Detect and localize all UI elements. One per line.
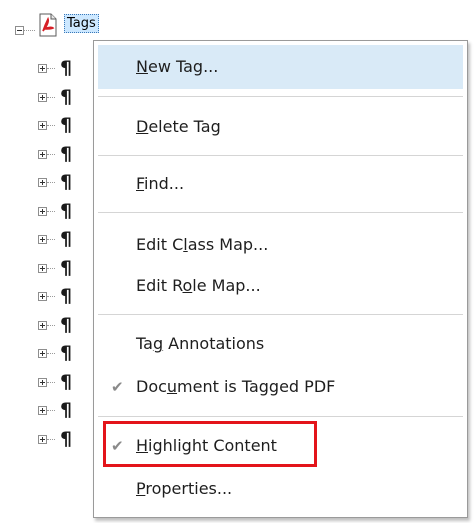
tree-connector	[47, 97, 55, 98]
tree-connector	[47, 239, 55, 240]
checkmark-icon: ✔	[111, 378, 124, 396]
tree-node-expand-toggle[interactable]	[38, 178, 47, 187]
paragraph-tag-icon[interactable]: ¶	[60, 87, 72, 107]
tree-node-expand-toggle[interactable]	[38, 264, 47, 273]
menu-item-label: Properties...	[136, 479, 233, 498]
menu-item-label: Edit Role Map...	[136, 276, 261, 295]
tree-node-expand-toggle[interactable]	[38, 378, 47, 387]
tree-connector	[47, 154, 55, 155]
tree-connector	[47, 125, 55, 126]
menu-item-find[interactable]: Find...	[98, 162, 463, 206]
highlight-annotation-box	[103, 421, 317, 467]
tree-node-expand-toggle[interactable]	[38, 435, 47, 444]
tree-node-expand-toggle[interactable]	[38, 150, 47, 159]
tree-node-expand-toggle[interactable]	[38, 64, 47, 73]
tree-node-expand-toggle[interactable]	[38, 292, 47, 301]
tree-connector	[47, 353, 55, 354]
menu-item-label: Edit Class Map...	[136, 235, 269, 254]
tree-connector	[24, 30, 35, 31]
paragraph-tag-icon[interactable]: ¶	[60, 58, 72, 78]
menu-item-label: New Tag...	[136, 57, 219, 76]
paragraph-tag-icon[interactable]: ¶	[60, 315, 72, 335]
tree-connector	[47, 211, 55, 212]
menu-item-document-is-tagged-pdf[interactable]: ✔ Document is Tagged PDF	[98, 365, 463, 409]
paragraph-tag-icon[interactable]: ¶	[60, 400, 72, 420]
pdf-document-icon	[39, 13, 57, 37]
paragraph-tag-icon[interactable]: ¶	[60, 343, 72, 363]
menu-item-properties[interactable]: Properties...	[98, 467, 463, 511]
paragraph-tag-icon[interactable]: ¶	[60, 201, 72, 221]
paragraph-tag-icon[interactable]: ¶	[60, 229, 72, 249]
root-collapse-toggle[interactable]	[15, 26, 24, 35]
paragraph-tag-icon[interactable]: ¶	[60, 115, 72, 135]
tree-node-expand-toggle[interactable]	[38, 207, 47, 216]
menu-item-label: Tag Annotations	[136, 334, 265, 353]
tree-node-expand-toggle[interactable]	[38, 121, 47, 130]
tree-connector	[47, 439, 55, 440]
menu-separator	[98, 155, 463, 156]
menu-item-tag-annotations[interactable]: Tag Annotations	[98, 322, 463, 366]
menu-separator	[98, 212, 463, 213]
tree-connector	[47, 296, 55, 297]
paragraph-tag-icon[interactable]: ¶	[60, 286, 72, 306]
paragraph-tag-icon[interactable]: ¶	[60, 144, 72, 164]
tree-connector	[47, 68, 55, 69]
tree-connector	[47, 268, 55, 269]
tree-connector	[47, 382, 55, 383]
menu-separator	[98, 96, 463, 97]
tags-root-label[interactable]: Tags	[64, 14, 99, 33]
paragraph-tag-icon[interactable]: ¶	[60, 372, 72, 392]
tree-node-expand-toggle[interactable]	[38, 349, 47, 358]
menu-item-new-tag[interactable]: New Tag...	[98, 45, 463, 89]
tree-connector	[47, 325, 55, 326]
menu-separator	[98, 314, 463, 315]
tree-node-expand-toggle[interactable]	[38, 321, 47, 330]
tree-node-expand-toggle[interactable]	[38, 406, 47, 415]
menu-item-delete-tag[interactable]: Delete Tag	[98, 105, 463, 149]
tree-node-expand-toggle[interactable]	[38, 93, 47, 102]
paragraph-tag-icon[interactable]: ¶	[60, 258, 72, 278]
menu-item-edit-role-map[interactable]: Edit Role Map...	[98, 264, 463, 308]
paragraph-tag-icon[interactable]: ¶	[60, 429, 72, 449]
menu-item-edit-class-map[interactable]: Edit Class Map...	[98, 223, 463, 267]
paragraph-tag-icon[interactable]: ¶	[60, 172, 72, 192]
menu-separator	[98, 416, 463, 417]
menu-item-label: Delete Tag	[136, 117, 221, 136]
menu-item-label: Find...	[136, 174, 185, 193]
tree-node-expand-toggle[interactable]	[38, 235, 47, 244]
tree-connector	[47, 182, 55, 183]
menu-item-label: Document is Tagged PDF	[136, 377, 336, 396]
tree-connector	[47, 410, 55, 411]
